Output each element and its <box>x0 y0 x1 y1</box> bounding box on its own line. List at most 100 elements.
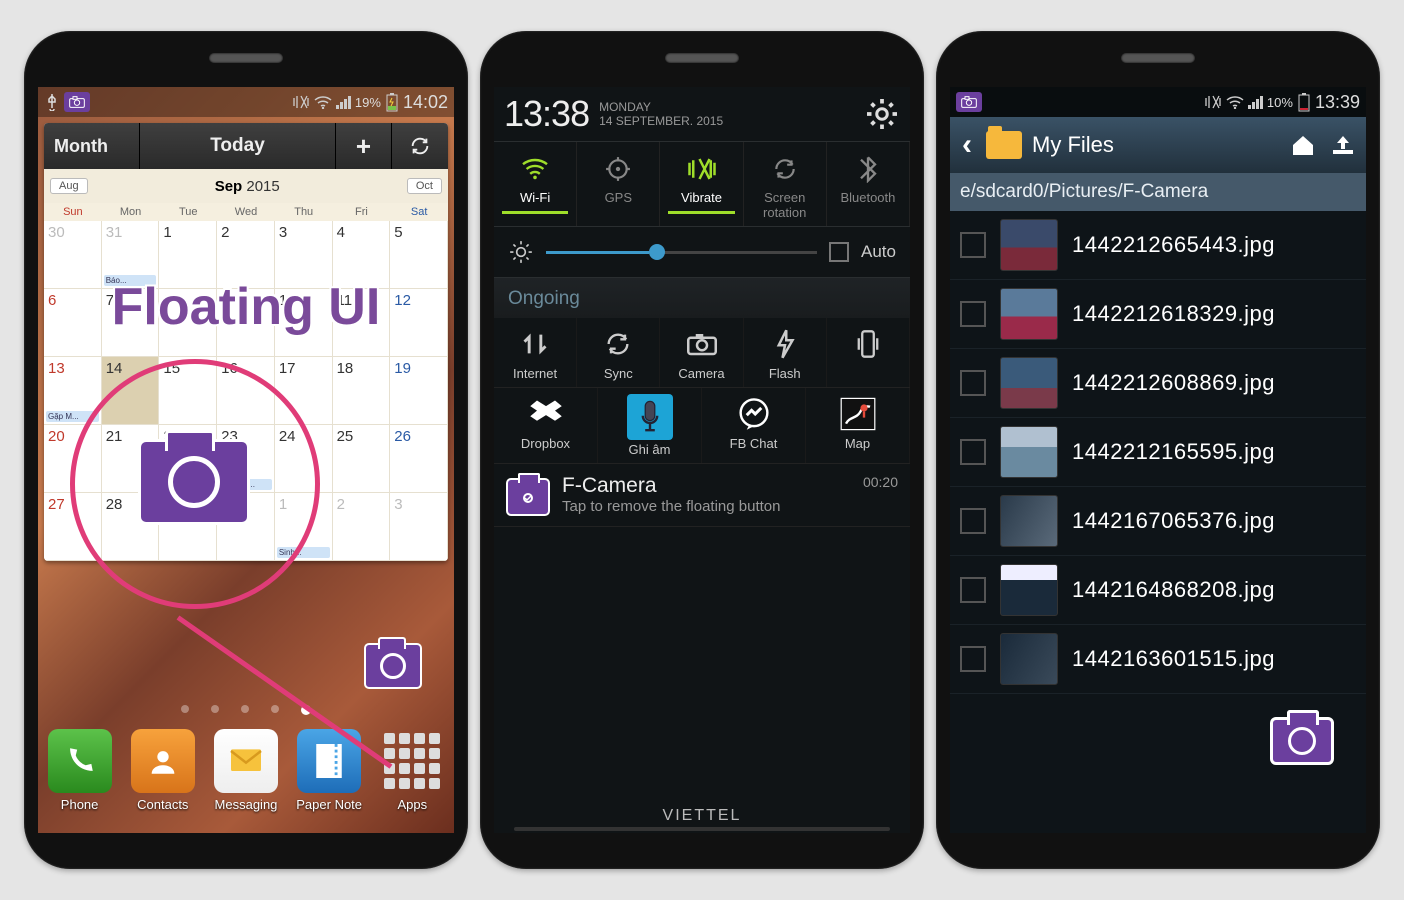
signal-icon <box>336 95 351 109</box>
file-checkbox[interactable] <box>960 439 986 465</box>
ongoing-ghiam[interactable]: Ghi âm <box>598 388 702 463</box>
file-name: 1442212165595.jpg <box>1072 439 1275 465</box>
battery-icon <box>385 92 399 112</box>
notification-fcamera[interactable]: F-Camera Tap to remove the floating butt… <box>494 464 910 527</box>
calendar-day[interactable]: 18 <box>333 357 391 425</box>
file-thumbnail <box>1000 495 1058 547</box>
calendar-today-button[interactable]: Today <box>140 123 336 169</box>
level-up-button[interactable] <box>1328 130 1358 160</box>
ongoing-fbchat[interactable]: FB Chat <box>702 388 806 463</box>
back-button[interactable]: ‹ <box>958 128 976 162</box>
calendar-day[interactable]: 25 <box>333 425 391 493</box>
usb-icon <box>44 93 60 111</box>
file-checkbox[interactable] <box>960 370 986 396</box>
file-checkbox[interactable] <box>960 232 986 258</box>
home-button[interactable] <box>1288 130 1318 160</box>
signal-icon <box>1248 95 1263 109</box>
status-clock: 14:02 <box>403 92 448 113</box>
calendar-day[interactable]: 2 <box>333 493 391 561</box>
ongoing-phone-vib[interactable] <box>827 318 910 387</box>
calendar-refresh-button[interactable] <box>392 123 448 169</box>
toggle-gps[interactable]: GPS <box>577 142 660 226</box>
file-row[interactable]: 1442167065376.jpg <box>950 487 1366 556</box>
notification-title: F-Camera <box>562 474 851 498</box>
toggle-wifi[interactable]: Wi-Fi <box>494 142 577 226</box>
calendar-day[interactable]: 3 <box>390 493 448 561</box>
file-row[interactable]: 1442212618329.jpg <box>950 280 1366 349</box>
ongoing-sync[interactable]: Sync <box>577 318 660 387</box>
file-thumbnail <box>1000 564 1058 616</box>
calendar-view-month-button[interactable]: Month <box>44 123 140 169</box>
toggle-vibrate[interactable]: Vibrate <box>660 142 743 226</box>
ongoing-dropbox[interactable]: Dropbox <box>494 388 598 463</box>
toggle-rotation[interactable]: Screen rotation <box>744 142 827 226</box>
calendar-day-headers: SunMonTueWedThuFriSat <box>44 203 448 221</box>
file-name: 1442212608869.jpg <box>1072 370 1275 396</box>
calendar-day[interactable]: 19 <box>390 357 448 425</box>
phone-notification-shade: 13:38 MONDAY 14 SEPTEMBER. 2015 Wi-FiGPS… <box>480 31 924 869</box>
ongoing-updown[interactable]: Internet <box>494 318 577 387</box>
file-row[interactable]: 1442212665443.jpg <box>950 211 1366 280</box>
file-checkbox[interactable] <box>960 577 986 603</box>
file-checkbox[interactable] <box>960 301 986 327</box>
phone-myfiles: 10% 13:39 ‹ My Files e/sdcard0/Pictures/… <box>936 31 1380 869</box>
file-row[interactable]: 1442163601515.jpg <box>950 625 1366 694</box>
vibrate-icon <box>1204 94 1222 110</box>
dock-contacts[interactable]: Contacts <box>126 729 200 812</box>
file-thumbnail <box>1000 633 1058 685</box>
settings-button[interactable] <box>864 96 900 132</box>
auto-brightness-checkbox[interactable] <box>829 242 849 262</box>
battery-percent: 19% <box>355 95 381 110</box>
file-checkbox[interactable] <box>960 646 986 672</box>
status-bar: 10% 13:39 <box>950 87 1366 117</box>
myfiles-toolbar: ‹ My Files <box>950 117 1366 173</box>
home-page-indicator[interactable] <box>38 705 454 715</box>
wifi-icon <box>314 95 332 109</box>
file-checkbox[interactable] <box>960 508 986 534</box>
floating-camera-button[interactable] <box>364 643 422 689</box>
quick-toggles: Wi-FiGPSVibrateScreen rotationBluetooth <box>494 141 910 227</box>
file-name: 1442212618329.jpg <box>1072 301 1275 327</box>
brightness-slider[interactable] <box>546 251 817 254</box>
toggle-bluetooth[interactable]: Bluetooth <box>827 142 910 226</box>
ongoing-flash[interactable]: Flash <box>744 318 827 387</box>
fcamera-notification-icon <box>506 478 550 516</box>
file-name: 1442212665443.jpg <box>1072 232 1275 258</box>
dock-phone[interactable]: Phone <box>43 729 117 812</box>
ongoing-map[interactable]: Map <box>806 388 910 463</box>
file-row[interactable]: 1442164868208.jpg <box>950 556 1366 625</box>
calendar-prev-month[interactable]: Aug <box>50 178 88 194</box>
auto-brightness-label: Auto <box>861 242 896 262</box>
myfiles-title: My Files <box>1032 132 1278 158</box>
battery-percent: 10% <box>1267 95 1293 110</box>
shade-clock: 13:38 <box>504 93 589 135</box>
floating-camera-button-large[interactable] <box>138 439 250 525</box>
file-name: 1442164868208.jpg <box>1072 577 1275 603</box>
shade-header: 13:38 MONDAY 14 SEPTEMBER. 2015 <box>494 87 910 141</box>
file-list[interactable]: 1442212665443.jpg 1442212618329.jpg 144221… <box>950 211 1366 694</box>
dock-messaging[interactable]: Messaging <box>209 729 283 812</box>
phone-homescreen: 19% 14:02 Month Today + Aug Sep 2015 Oct… <box>24 31 468 869</box>
file-thumbnail <box>1000 357 1058 409</box>
calendar-next-month[interactable]: Oct <box>407 178 442 194</box>
ongoing-camera[interactable]: Camera <box>660 318 743 387</box>
floating-camera-button[interactable] <box>1270 717 1334 765</box>
calendar-day[interactable]: 26 <box>390 425 448 493</box>
vibrate-icon <box>292 94 310 110</box>
file-row[interactable]: 1442212165595.jpg <box>950 418 1366 487</box>
shade-handle[interactable] <box>514 827 890 831</box>
shade-date: MONDAY 14 SEPTEMBER. 2015 <box>599 100 854 129</box>
wifi-icon <box>1226 95 1244 109</box>
notification-subtitle: Tap to remove the floating button <box>562 498 851 515</box>
folder-icon <box>986 131 1022 159</box>
brightness-icon <box>508 239 534 265</box>
dock-apps[interactable]: Apps <box>375 729 449 812</box>
file-thumbnail <box>1000 426 1058 478</box>
file-row[interactable]: 1442212608869.jpg <box>950 349 1366 418</box>
file-thumbnail <box>1000 219 1058 271</box>
fcamera-status-icon <box>64 92 90 112</box>
status-bar: 19% 14:02 <box>38 87 454 117</box>
path-bar[interactable]: e/sdcard0/Pictures/F-Camera <box>950 173 1366 211</box>
calendar-add-button[interactable]: + <box>336 123 392 169</box>
overlay-title-text: Floating UI <box>38 277 454 337</box>
